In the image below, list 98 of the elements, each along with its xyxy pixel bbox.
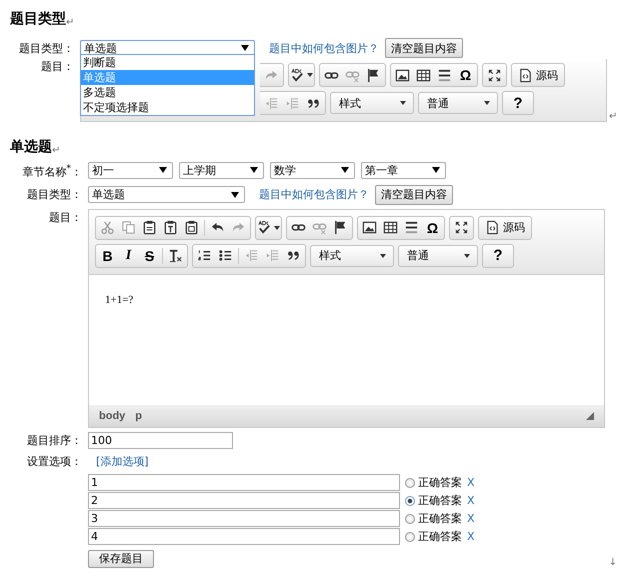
dropdown-option[interactable]: 不定项选择题 <box>81 100 254 115</box>
save-button[interactable]: 保存题目 <box>88 550 154 568</box>
caret-icon <box>307 73 313 77</box>
field-label: 设置选项： <box>26 454 82 470</box>
format-dropdown[interactable]: 普通 <box>398 244 478 267</box>
document-icon <box>518 68 533 82</box>
clipboard-text-icon <box>163 220 178 236</box>
bullet-list-icon <box>218 248 233 264</box>
caret-icon <box>432 167 440 174</box>
indent-icon <box>265 248 280 264</box>
caret-icon <box>341 167 349 174</box>
flag-icon <box>333 220 348 236</box>
clear-button[interactable]: 清空题目内容 <box>385 38 463 58</box>
help-button[interactable]: ? <box>504 93 532 113</box>
option-input[interactable]: 4 <box>88 528 400 546</box>
clipboard-doc-icon <box>184 220 199 236</box>
chapter-select[interactable]: 第一章 <box>361 162 446 179</box>
radio-button[interactable] <box>405 514 415 524</box>
field-label: 题目类型： <box>18 40 74 56</box>
outdent-icon <box>244 248 259 264</box>
chapter-select[interactable]: 数学 <box>270 162 355 179</box>
radio-label: 正确答案 <box>418 475 462 490</box>
field-label: 题目排序： <box>26 432 82 449</box>
style-dropdown[interactable]: 样式 <box>330 92 414 114</box>
spellcheck-icon <box>257 220 272 236</box>
clear-button[interactable]: 清空题目内容 <box>375 184 453 205</box>
resize-grip-icon[interactable] <box>586 412 594 420</box>
horizontal-rule-icon <box>437 68 452 82</box>
caret-icon <box>241 45 249 51</box>
special-character-button[interactable]: Ω <box>422 218 443 238</box>
paragraph-mark: ↵ <box>609 111 618 122</box>
spellcheck-icon <box>290 68 305 82</box>
add-option-link[interactable]: [添加选项] <box>96 454 149 469</box>
paragraph-mark: ↵ <box>66 17 74 28</box>
radio-label: 正确答案 <box>418 493 462 508</box>
flag-icon <box>366 68 381 82</box>
option-input[interactable]: 2 <box>88 492 400 510</box>
remove-link[interactable]: X <box>467 476 475 490</box>
scissors-icon <box>100 220 115 236</box>
section-heading: 单选题 <box>10 138 52 156</box>
italic-button[interactable]: I <box>118 246 139 266</box>
help-button[interactable]: ? <box>484 246 512 266</box>
editor-text: 1+1=? <box>105 294 134 306</box>
copy-icon <box>121 220 136 236</box>
chapter-select[interactable]: 上学期 <box>179 162 264 179</box>
bold-button[interactable]: B <box>97 246 118 266</box>
caret-icon <box>484 101 490 105</box>
section-heading: 题目类型 <box>10 10 66 28</box>
caret-icon <box>231 192 239 198</box>
remove-link[interactable]: X <box>467 512 475 526</box>
field-label: 题目： <box>48 210 82 226</box>
document-icon <box>485 220 500 236</box>
indent-icon <box>285 96 300 110</box>
remove-link[interactable]: X <box>467 494 475 508</box>
radio-label: 正确答案 <box>418 511 462 526</box>
field-label: 题目类型： <box>26 187 82 204</box>
paragraph-mark: ↵ <box>52 145 60 156</box>
caret-icon <box>159 167 167 174</box>
strikethrough-button[interactable]: S <box>139 246 160 266</box>
element-path-item[interactable]: p <box>135 410 142 422</box>
format-dropdown[interactable]: 普通 <box>418 92 498 114</box>
dropdown-option[interactable]: 判断题 <box>81 55 254 70</box>
radio-button[interactable] <box>405 478 415 488</box>
fullscreen-icon <box>487 68 502 82</box>
caret-icon <box>400 101 406 105</box>
outdent-icon <box>264 96 279 110</box>
order-input[interactable]: 100 <box>88 432 233 449</box>
table-icon <box>416 68 431 82</box>
special-character-button[interactable]: Ω <box>455 65 476 85</box>
caret-icon <box>380 254 386 258</box>
help-link[interactable]: 题目中如何包含图片？ <box>269 40 379 56</box>
image-icon <box>362 220 377 236</box>
remove-link[interactable]: X <box>467 530 475 544</box>
paragraph-mark: ↓ <box>608 556 617 568</box>
help-link[interactable]: 题目中如何包含图片？ <box>259 187 369 202</box>
source-button[interactable]: 源码 <box>513 65 563 85</box>
source-button[interactable]: 源码 <box>480 218 530 238</box>
radio-button[interactable] <box>405 496 415 506</box>
question-type-select[interactable]: 单选题 <box>88 186 245 204</box>
horizontal-rule-icon <box>404 220 419 236</box>
caret-icon <box>250 167 258 174</box>
caret-icon <box>464 254 470 258</box>
element-path-item[interactable]: body <box>99 410 126 422</box>
chapter-select[interactable]: 初一 <box>88 162 173 179</box>
remove-format-icon <box>168 248 183 264</box>
field-label: 章节名称$^{*}$： <box>21 162 82 181</box>
image-icon <box>395 68 410 82</box>
dropdown-option[interactable]: 多选题 <box>81 85 254 100</box>
option-input[interactable]: 1 <box>88 474 400 492</box>
clipboard-icon <box>142 220 157 236</box>
radio-label: 正确答案 <box>418 529 462 544</box>
fullscreen-icon <box>454 220 469 236</box>
radio-button[interactable] <box>405 532 415 542</box>
field-label: 题目： <box>40 59 74 75</box>
caret-icon <box>274 226 280 230</box>
style-dropdown[interactable]: 样式 <box>310 244 394 267</box>
table-icon <box>383 220 398 236</box>
option-input[interactable]: 3 <box>88 510 400 528</box>
